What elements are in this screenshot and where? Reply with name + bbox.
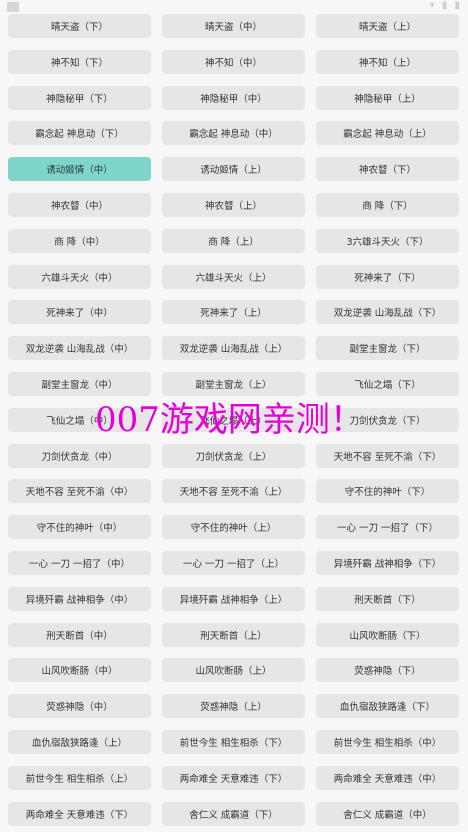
- chapter-button[interactable]: 刑天断首（上）: [162, 622, 305, 647]
- chapter-button[interactable]: 商 降（中）: [8, 228, 151, 253]
- chapter-button[interactable]: 副堂主窗龙（上）: [162, 371, 305, 396]
- chapter-button[interactable]: 副堂主窗龙（中）: [8, 371, 151, 396]
- chapter-button[interactable]: 荧惑神隐（上）: [162, 694, 305, 719]
- chapter-button[interactable]: 守不住的神叶（上）: [162, 515, 305, 540]
- chapter-button[interactable]: 神农瞽（上）: [162, 192, 305, 217]
- chapter-button[interactable]: 前世今生 相生相杀（上）: [8, 765, 151, 790]
- chapter-button[interactable]: 商 降（上）: [162, 228, 305, 253]
- chapter-button[interactable]: 山风吹断肠（中）: [8, 658, 151, 683]
- chapter-button[interactable]: 神农瞽（中）: [8, 192, 151, 217]
- chapter-button[interactable]: 血仇宿敌狭路逢（下）: [316, 694, 459, 719]
- chapter-button[interactable]: 舍仁义 成霸道（中）: [316, 801, 459, 826]
- chapter-button[interactable]: 刀剑伏贪龙（下）: [316, 407, 459, 432]
- chapter-button[interactable]: 刑天断首（下）: [316, 586, 459, 611]
- chapter-button[interactable]: 晴天盗（上）: [316, 14, 459, 38]
- chapter-button[interactable]: 异境歼霸 战神相争（上）: [162, 586, 305, 611]
- chapter-button[interactable]: 神隐秘甲（上）: [316, 85, 459, 110]
- chapter-button[interactable]: 天地不容 至死不渝（上）: [162, 479, 305, 504]
- chapter-button[interactable]: 刀剑伏贪龙（上）: [162, 443, 305, 468]
- chapter-button[interactable]: 霸念起 神息动（中）: [162, 121, 305, 146]
- chapter-button[interactable]: 荧惑神隐（中）: [8, 694, 151, 719]
- chapter-button[interactable]: 3六雄斗天火（下）: [316, 228, 459, 253]
- chapter-button[interactable]: 守不住的神叶（中）: [8, 515, 151, 540]
- chapter-button[interactable]: 异境歼霸 战神相争（中）: [8, 586, 151, 611]
- chapter-button[interactable]: 副堂主窗龙（下）: [316, 336, 459, 361]
- chapter-button[interactable]: 守不住的神叶（下）: [316, 479, 459, 504]
- chapter-button[interactable]: 晴天盗（中）: [162, 14, 305, 38]
- app-icon: [7, 2, 19, 12]
- chapter-button[interactable]: 一心 一刀 一招了（中）: [8, 550, 151, 575]
- chapter-button[interactable]: 刑天断首（中）: [8, 622, 151, 647]
- chapter-button[interactable]: 神不知（上）: [316, 49, 459, 74]
- chapter-button[interactable]: 飞仙之塌（上）: [162, 407, 305, 432]
- chapter-button[interactable]: 山风吹断肠（上）: [162, 658, 305, 683]
- chapter-button[interactable]: 异境歼霸 战神相争（下）: [316, 550, 459, 575]
- chapter-button[interactable]: 神不知（中）: [162, 49, 305, 74]
- chapter-button-grid: 晴天盗（下） 晴天盗（中） 晴天盗（上） 神不知（下） 神不知（中） 神不知（上） 神隐秘甲…: [8, 14, 459, 826]
- chapter-button[interactable]: 神隐秘甲（下）: [8, 85, 151, 110]
- chapter-button[interactable]: 死神来了（中）: [8, 300, 151, 325]
- chapter-button[interactable]: 神不知（下）: [8, 49, 151, 74]
- chapter-button[interactable]: 一心 一刀 一招了（上）: [162, 550, 305, 575]
- chapter-button[interactable]: 神农瞽（下）: [316, 157, 459, 182]
- chapter-button[interactable]: 两命难全 天意难违（下）: [8, 801, 151, 826]
- chapter-button[interactable]: 两命难全 天意难违（下）: [162, 765, 305, 790]
- chapter-button[interactable]: 诱动姬情（上）: [162, 157, 305, 182]
- chapter-button[interactable]: 晴天盗（下）: [8, 14, 151, 38]
- chapter-button[interactable]: 刀剑伏贪龙（中）: [8, 443, 151, 468]
- chapter-button[interactable]: 双龙逆袭 山海乱战（中）: [8, 336, 151, 361]
- chapter-button[interactable]: 神隐秘甲（中）: [162, 85, 305, 110]
- status-bar: ▾ ▮ ▮: [0, 0, 468, 14]
- chapter-button[interactable]: 舍仁义 成霸道（下）: [162, 801, 305, 826]
- chapter-button[interactable]: 山风吹断肠（下）: [316, 622, 459, 647]
- chapter-button[interactable]: 商 降（下）: [316, 192, 459, 217]
- chapter-button[interactable]: 霸念起 神息动（上）: [316, 121, 459, 146]
- chapter-button[interactable]: 前世今生 相生相杀（中）: [316, 729, 459, 754]
- chapter-button[interactable]: 死神来了（上）: [162, 300, 305, 325]
- chapter-button[interactable]: 六雄斗天火（上）: [162, 264, 305, 289]
- status-icons: ▾ ▮ ▮: [429, 0, 462, 11]
- chapter-button[interactable]: 双龙逆袭 山海乱战（上）: [162, 336, 305, 361]
- chapter-button[interactable]: 飞仙之塌（中）: [8, 407, 151, 432]
- chapter-button[interactable]: 两命难全 天意难违（中）: [316, 765, 459, 790]
- chapter-button[interactable]: 霸念起 神息动（下）: [8, 121, 151, 146]
- chapter-button[interactable]: 双龙逆袭 山海乱战（下）: [316, 300, 459, 325]
- chapter-button[interactable]: 荧惑神隐（下）: [316, 658, 459, 683]
- chapter-button[interactable]: 死神来了（下）: [316, 264, 459, 289]
- chapter-button[interactable]: 诱动姬情（中）: [8, 157, 151, 182]
- chapter-button[interactable]: 天地不容 至死不渝（中）: [8, 479, 151, 504]
- chapter-button[interactable]: 一心 一刀 一招了（下）: [316, 515, 459, 540]
- chapter-button[interactable]: 前世今生 相生相杀（下）: [162, 729, 305, 754]
- chapter-button[interactable]: 飞仙之塌（下）: [316, 371, 459, 396]
- chapter-button[interactable]: 血仇宿敌狭路逢（上）: [8, 729, 151, 754]
- chapter-button[interactable]: 天地不容 至死不渝（下）: [316, 443, 459, 468]
- chapter-button[interactable]: 六雄斗天火（中）: [8, 264, 151, 289]
